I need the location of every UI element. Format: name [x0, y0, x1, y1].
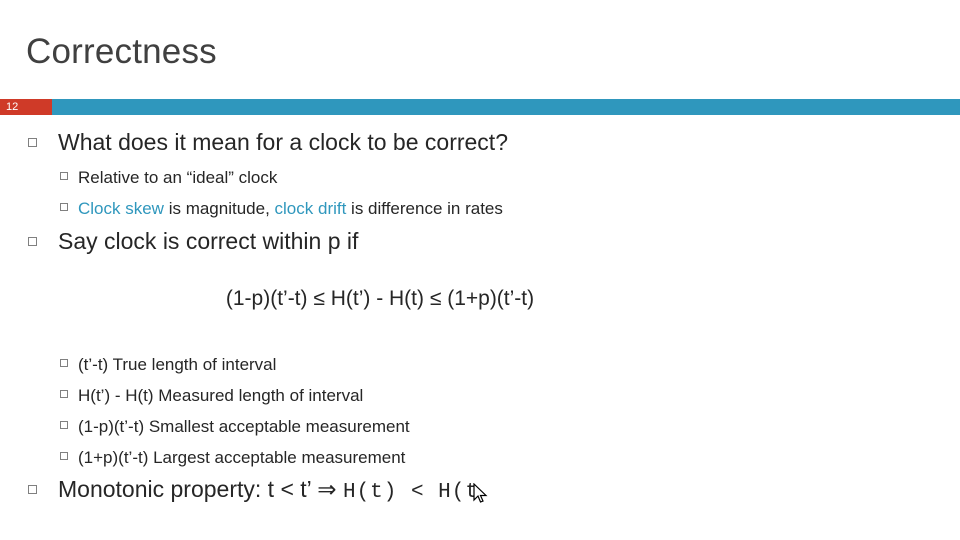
bullet-correct-question: What does it mean for a clock to be corr… [0, 129, 508, 157]
page-title: Correctness [26, 32, 217, 71]
bullet-monotonic-property: Monotonic property: t < t’ ⇒ H(t) < H(t [0, 476, 488, 505]
header-accent-bar [0, 99, 960, 115]
text-is-magnitude: is magnitude, [163, 199, 275, 218]
square-bullet-icon [28, 138, 37, 147]
sub-bullet-smallest-acceptable: (1-p)(t’-t) Smallest acceptable measurem… [0, 416, 410, 437]
sub-bullet-largest-acceptable: (1+p)(t’-t) Largest acceptable measureme… [0, 447, 405, 468]
slide-number-badge: 12 [0, 99, 52, 115]
square-bullet-icon [60, 172, 68, 180]
square-bullet-icon [60, 359, 68, 367]
square-bullet-icon [60, 421, 68, 429]
square-bullet-icon [60, 390, 68, 398]
square-bullet-icon [60, 203, 68, 211]
bullet-correct-within-p: Say clock is correct within p if [0, 228, 358, 256]
square-bullet-icon [28, 237, 37, 246]
slide: Correctness 12 What does it mean for a c… [0, 0, 960, 540]
square-bullet-icon [60, 452, 68, 460]
bullet-text: What does it mean for a clock to be corr… [58, 129, 508, 155]
term-clock-drift: clock drift [274, 199, 347, 218]
sub-bullet-skew-drift: Clock skew is magnitude, clock drift is … [0, 198, 503, 219]
sub-bullet-text: (t’-t) True length of interval [78, 355, 277, 374]
sub-bullet-text: (1+p)(t’-t) Largest acceptable measureme… [78, 448, 406, 467]
text-difference-rates: is difference in rates [346, 199, 503, 218]
sub-bullet-true-length: (t’-t) True length of interval [0, 354, 276, 375]
correctness-formula: (1-p)(t’-t) ≤ H(t’) - H(t) ≤ (1+p)(t’-t) [225, 287, 535, 310]
sub-bullet-text: H(t’) - H(t) Measured length of interval [78, 386, 364, 405]
sub-bullet-text: (1-p)(t’-t) Smallest acceptable measurem… [78, 417, 410, 436]
term-clock-skew: Clock skew [78, 199, 164, 218]
square-bullet-icon [28, 485, 37, 494]
sub-bullet-relative-ideal: Relative to an “ideal” clock [0, 167, 277, 188]
sub-bullet-measured-length: H(t’) - H(t) Measured length of interval [0, 385, 363, 406]
monospace-expression: H(t) < H(t [342, 481, 479, 504]
sub-bullet-text: Relative to an “ideal” clock [78, 168, 278, 187]
bullet-text: Say clock is correct within p if [58, 228, 359, 254]
bullet-text: Monotonic property: t < t’ ⇒ [58, 476, 343, 502]
